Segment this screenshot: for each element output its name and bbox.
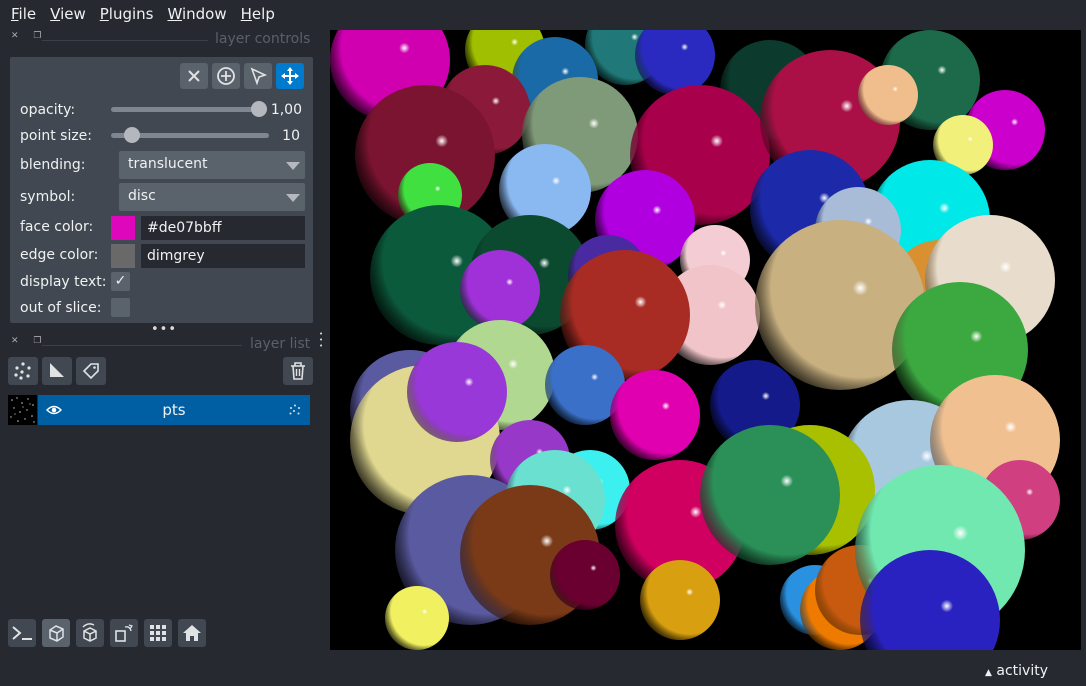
new-labels-layer-button[interactable] [76,357,106,385]
point-sphere [385,586,449,650]
face-color-label: face color: [20,219,94,235]
dock-resize-handle[interactable]: • • • [319,331,325,350]
point-size-slider-handle[interactable] [123,127,140,143]
point-sphere [610,370,700,460]
trash-icon [291,362,305,380]
activity-button[interactable]: ▲ activity [985,663,1048,679]
cube-3d-icon [49,625,64,642]
add-circle-icon [217,67,235,85]
blending-dropdown[interactable]: translucent [119,151,305,179]
new-shapes-layer-button[interactable] [42,357,72,385]
delete-layer-button[interactable] [283,357,313,385]
point-sphere [460,250,540,330]
dock-divider [42,345,242,346]
toggle-ndisplay-button[interactable] [42,619,70,647]
terminal-icon [12,626,32,640]
shapes-icon [50,363,64,377]
menu-plugins[interactable]: Plugins [93,5,161,23]
activity-label: activity [996,663,1048,679]
close-icon [188,70,200,82]
layer-list-title: layer list [250,336,311,352]
point-sphere [640,560,720,640]
home-button[interactable] [178,619,206,647]
opacity-label: opacity: [20,102,76,118]
face-color-swatch[interactable] [111,216,135,240]
point-sphere [407,342,507,442]
display-text-label: display text: [20,274,107,290]
layer-item[interactable]: pts [8,395,310,425]
menu-window[interactable]: Window [160,5,233,23]
layer-name[interactable]: pts [38,401,310,419]
transpose-icon [115,624,133,642]
dock-divider [42,40,208,41]
point-sphere [858,65,918,125]
points-render [330,30,1060,650]
viewer-canvas[interactable] [330,30,1081,650]
layer-thumbnail [8,395,37,425]
face-color-field[interactable]: #de07bbff [141,216,305,240]
menu-file[interactable]: File [4,5,43,23]
pan-zoom-button[interactable] [276,63,304,89]
cube-rotate-icon [82,623,97,642]
point-sphere [700,425,840,565]
blending-value: translucent [128,156,208,172]
chevron-down-icon [286,194,300,202]
point-sphere [550,540,620,610]
splitter-handle[interactable]: ••• [151,322,177,337]
menu-help[interactable]: Help [234,5,282,23]
roll-dims-button[interactable] [76,619,104,647]
layer-controls-panel: opacity: 1,00 point size: 10 blending: t… [10,57,313,323]
transpose-dims-button[interactable] [110,619,138,647]
thumbnail-image [10,397,35,423]
point-size-value: 10 [282,128,300,144]
tag-icon [82,363,99,380]
cursor-icon [250,67,268,86]
menu-view[interactable]: View [43,5,93,23]
layer-row-selected[interactable]: pts [38,395,310,425]
symbol-label: symbol: [20,189,76,205]
display-text-checkbox[interactable]: ✓ [111,272,130,291]
delete-points-button[interactable] [180,63,208,89]
chevron-up-icon: ▲ [985,668,992,678]
select-points-button[interactable] [244,63,272,89]
opacity-value: 1,00 [270,102,302,118]
edge-color-label: edge color: [20,247,99,263]
home-icon [183,625,201,641]
grid-view-button[interactable] [144,619,172,647]
points-layer-type-icon [289,404,300,415]
new-points-layer-button[interactable] [8,357,38,385]
blending-label: blending: [20,157,86,173]
edge-color-swatch[interactable] [111,244,135,268]
out-of-slice-label: out of slice: [20,300,102,316]
add-points-button[interactable] [212,63,240,89]
menu-bar: File View Plugins Window Help [0,0,1086,28]
opacity-slider[interactable] [111,107,259,112]
edge-color-field[interactable]: dimgrey [141,244,305,268]
symbol-dropdown[interactable]: disc [119,183,305,211]
layer-controls-title: layer controls [215,31,311,47]
symbol-value: disc [128,188,156,204]
point-size-label: point size: [20,128,93,144]
move-arrows-icon [281,67,299,85]
chevron-down-icon [286,162,300,170]
out-of-slice-checkbox[interactable] [111,298,130,317]
console-button[interactable] [8,619,36,647]
points-icon [14,362,31,380]
grid-icon [150,625,166,641]
